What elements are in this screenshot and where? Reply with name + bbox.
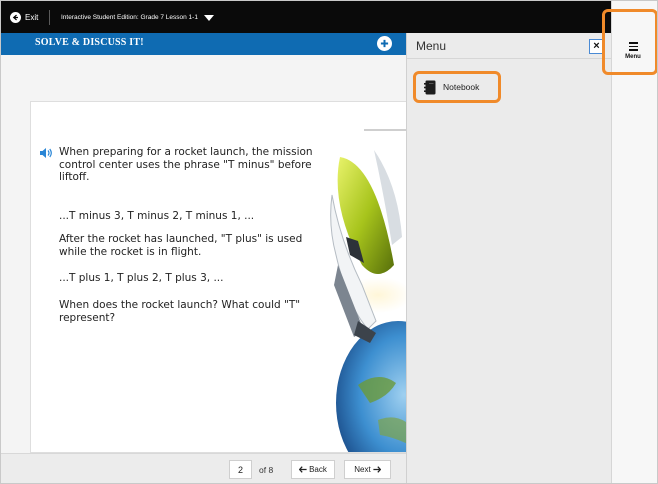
menu-item-notebook[interactable]: Notebook xyxy=(413,71,501,103)
page-number-input[interactable]: 2 xyxy=(229,460,252,479)
edition-label: Interactive Student Edition: Grade 7 Les… xyxy=(61,14,198,21)
pager-bar: 2 of 8 Back Next xyxy=(1,453,406,483)
right-toolbar: Menu xyxy=(602,1,657,483)
problem-paragraph: When does the rocket launch? What could … xyxy=(59,299,301,324)
menu-header: Menu × xyxy=(407,33,612,59)
exit-button[interactable]: Exit xyxy=(10,9,38,26)
menu-item-label: Notebook xyxy=(443,82,480,92)
top-bar-divider xyxy=(49,10,50,25)
decorative-rule xyxy=(364,129,406,131)
menu-title: Menu xyxy=(416,39,447,53)
notebook-icon xyxy=(424,80,436,94)
hamburger-icon xyxy=(611,42,655,51)
app-screen: Exit Interactive Student Edition: Grade … xyxy=(0,0,658,484)
problem-paragraph: When preparing for a rocket launch, the … xyxy=(59,146,313,183)
page-total-label: of 8 xyxy=(259,465,274,475)
edition-dropdown[interactable]: Interactive Student Edition: Grade 7 Les… xyxy=(61,10,214,25)
menu-toggle-content: Menu xyxy=(611,40,655,60)
menu-toggle-label: Menu xyxy=(625,53,641,60)
section-title: SOLVE & DISCUSS IT! xyxy=(35,37,144,48)
menu-panel: Menu × Notebook xyxy=(406,33,612,483)
next-label: Next xyxy=(354,465,371,474)
speaker-icon[interactable] xyxy=(39,146,53,158)
problem-paragraph: After the rocket has launched, "T plus" … xyxy=(59,233,303,258)
problem-paragraph: ...T minus 3, T minus 2, T minus 1, ... xyxy=(59,210,255,222)
arrow-left-circle-icon xyxy=(10,12,21,23)
arrow-right-icon xyxy=(373,466,381,473)
back-button[interactable]: Back xyxy=(291,460,335,479)
exit-label: Exit xyxy=(25,13,39,22)
caret-down-icon xyxy=(203,14,214,21)
problem-card: When preparing for a rocket launch, the … xyxy=(30,101,406,453)
problem-paragraph: ...T plus 1, T plus 2, T plus 3, ... xyxy=(59,272,224,284)
menu-toggle-button[interactable]: Menu xyxy=(602,9,657,75)
arrow-left-icon xyxy=(299,466,307,473)
section-header: SOLVE & DISCUSS IT! xyxy=(1,33,406,55)
back-label: Back xyxy=(309,465,327,474)
top-bar: Exit Interactive Student Edition: Grade … xyxy=(1,1,611,33)
rocket-illustration xyxy=(330,150,406,452)
plus-circle-icon[interactable] xyxy=(377,36,392,51)
next-button[interactable]: Next xyxy=(344,460,391,479)
